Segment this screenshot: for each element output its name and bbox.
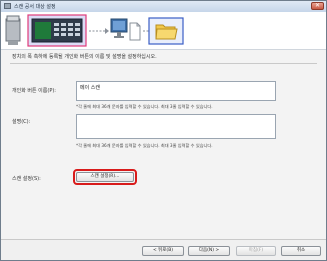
step-description: 장치의 폭 측하에 등록될 개인화 버튼의 이름 및 설명을 설정하십시오. [12,54,157,60]
back-button[interactable]: < 뒤로(B) [142,246,184,256]
button-name-note: *각 줄에 최대 36개 문자를 입력할 수 있습니다. 최대 3줄 입력할 수… [76,104,213,109]
finish-button[interactable]: 마침(F) [236,246,276,256]
folder-icon [143,17,184,45]
app-icon [4,3,11,9]
connector-arrow-icon [89,28,109,34]
cancel-button[interactable]: 취소 [281,246,321,256]
close-button[interactable]: ✕ [311,2,324,10]
wizard-header [1,12,326,50]
scan-settings-label: 스캔 설정(S): [12,176,41,182]
button-name-input[interactable]: 메이 스캔 [76,81,276,101]
description-label: 설명(C): [12,119,31,125]
next-button[interactable]: 다음(N) > [188,246,230,256]
description-input[interactable] [76,114,276,139]
scan-settings-highlight [73,169,137,185]
computer-icon [110,18,128,38]
document-icon [129,22,141,41]
window-title: 스캔 공서 대상 설정 [14,4,56,10]
description-note: *각 줄에 최대 36개 문자를 입력할 수 있습니다. 최대 3줄 입력할 수… [76,143,213,148]
button-name-label: 개인화 버튼 이름(P): [12,88,56,94]
device-panel-icon [5,14,87,47]
divider-top [10,63,317,64]
dialog-window: 스캔 공서 대상 설정 ✕ 장치의 폭 측하에 등록될 개인화 버튼의 이름 및… [0,0,327,261]
divider-bottom [1,239,326,240]
